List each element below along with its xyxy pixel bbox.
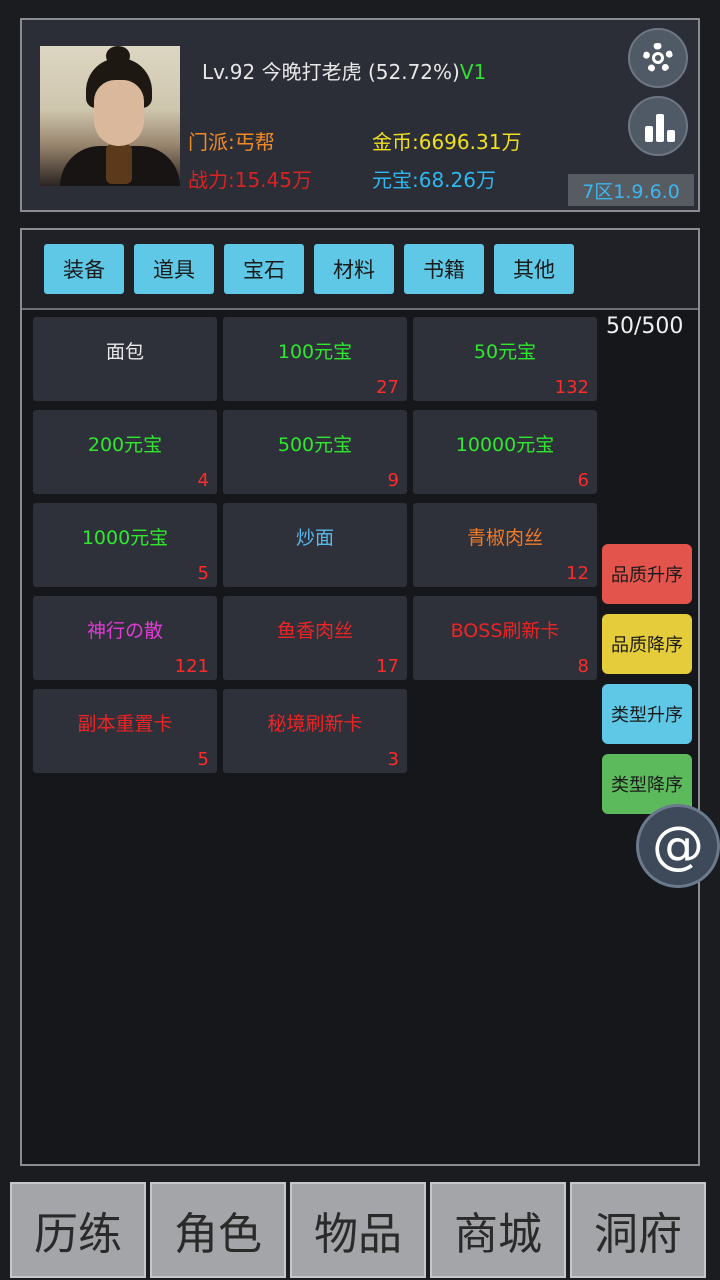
inventory-panel: 装备 道具 宝石 材料 书籍 其他 50/500 面包 100元宝 27 50元宝 13… bbox=[20, 228, 700, 1166]
player-vip: V1 bbox=[459, 60, 487, 84]
nav-character[interactable]: 角色 bbox=[150, 1182, 286, 1278]
item-count: 17 bbox=[376, 656, 399, 677]
tab-books[interactable]: 书籍 bbox=[404, 244, 484, 294]
item-slot[interactable]: 青椒肉丝 12 bbox=[413, 503, 597, 587]
item-name: 100元宝 bbox=[277, 341, 353, 363]
item-count: 27 bbox=[376, 377, 399, 398]
at-mention-button[interactable]: @ bbox=[636, 804, 720, 888]
item-count: 3 bbox=[387, 749, 399, 770]
bottom-nav: 历练 角色 物品 商城 洞府 bbox=[8, 1182, 712, 1278]
item-slot[interactable]: 鱼香肉丝 17 bbox=[223, 596, 407, 680]
avatar-face bbox=[94, 80, 144, 146]
nav-training[interactable]: 历练 bbox=[10, 1182, 146, 1278]
tab-other[interactable]: 其他 bbox=[494, 244, 574, 294]
item-slot[interactable]: 副本重置卡 5 bbox=[33, 689, 217, 773]
item-name: 炒面 bbox=[295, 527, 334, 549]
item-count: 5 bbox=[197, 563, 209, 584]
item-count: 12 bbox=[566, 563, 589, 584]
item-slot[interactable]: 1000元宝 5 bbox=[33, 503, 217, 587]
item-count: 6 bbox=[577, 470, 589, 491]
item-name: 副本重置卡 bbox=[77, 713, 173, 735]
item-slot[interactable]: 神行の散 121 bbox=[33, 596, 217, 680]
nav-cave[interactable]: 洞府 bbox=[570, 1182, 706, 1278]
item-slot[interactable]: 秘境刷新卡 3 bbox=[223, 689, 407, 773]
player-info-panel: Lv.92 今晚打老虎 (52.72%)V1 门派:丐帮 战力:15.45万 金… bbox=[20, 18, 700, 212]
item-name: 青椒肉丝 bbox=[466, 527, 543, 549]
item-slot[interactable]: 50元宝 132 bbox=[413, 317, 597, 401]
item-name: 10000元宝 bbox=[455, 434, 555, 456]
item-name: BOSS刷新卡 bbox=[450, 620, 560, 642]
avatar-collar bbox=[106, 144, 132, 184]
item-count: 121 bbox=[174, 656, 209, 677]
inventory-capacity: 50/500 bbox=[606, 314, 684, 339]
gear-icon bbox=[643, 43, 673, 73]
sort-quality-desc-button[interactable]: 品质降序 bbox=[602, 614, 692, 674]
player-name: 今晚打老虎 bbox=[261, 60, 362, 84]
item-name: 50元宝 bbox=[473, 341, 537, 363]
sort-quality-asc-button[interactable]: 品质升序 bbox=[602, 544, 692, 604]
item-name: 500元宝 bbox=[277, 434, 353, 456]
nav-items[interactable]: 物品 bbox=[290, 1182, 426, 1278]
item-slot[interactable]: 炒面 bbox=[223, 503, 407, 587]
item-count: 9 bbox=[387, 470, 399, 491]
tab-equipment[interactable]: 装备 bbox=[44, 244, 124, 294]
player-level: Lv.92 bbox=[202, 60, 256, 84]
bar-chart-icon bbox=[645, 112, 675, 142]
item-slot[interactable]: 10000元宝 6 bbox=[413, 410, 597, 494]
avatar-hair-bun bbox=[106, 46, 130, 66]
item-name: 1000元宝 bbox=[81, 527, 169, 549]
item-slot[interactable]: 面包 bbox=[33, 317, 217, 401]
tab-materials[interactable]: 材料 bbox=[314, 244, 394, 294]
item-slot[interactable]: 500元宝 9 bbox=[223, 410, 407, 494]
item-slot[interactable]: BOSS刷新卡 8 bbox=[413, 596, 597, 680]
item-count: 5 bbox=[197, 749, 209, 770]
item-slot[interactable]: 200元宝 4 bbox=[33, 410, 217, 494]
player-exp-percent: (52.72%) bbox=[367, 60, 460, 84]
item-name: 鱼香肉丝 bbox=[276, 620, 353, 642]
item-count: 132 bbox=[554, 377, 589, 398]
player-sect: 门派:丐帮 bbox=[188, 130, 275, 154]
player-power: 战力:15.45万 bbox=[188, 168, 312, 192]
item-name: 面包 bbox=[105, 341, 144, 363]
item-count: 4 bbox=[197, 470, 209, 491]
settings-button[interactable] bbox=[628, 28, 688, 88]
nav-shop[interactable]: 商城 bbox=[430, 1182, 566, 1278]
item-count: 8 bbox=[577, 656, 589, 677]
player-avatar[interactable] bbox=[40, 46, 180, 186]
player-gold: 金币:6696.31万 bbox=[372, 130, 522, 154]
item-name: 神行の散 bbox=[86, 620, 163, 642]
player-ingot: 元宝:68.26万 bbox=[372, 168, 496, 192]
player-name-line: Lv.92 今晚打老虎 (52.72%)V1 bbox=[202, 56, 486, 85]
tab-gems[interactable]: 宝石 bbox=[224, 244, 304, 294]
item-slot[interactable]: 100元宝 27 bbox=[223, 317, 407, 401]
category-tabs: 装备 道具 宝石 材料 书籍 其他 bbox=[22, 230, 698, 310]
server-version-badge: 7区1.9.6.0 bbox=[568, 174, 694, 206]
item-name: 秘境刷新卡 bbox=[267, 713, 363, 735]
sort-type-asc-button[interactable]: 类型升序 bbox=[602, 684, 692, 744]
ranking-button[interactable] bbox=[628, 96, 688, 156]
tab-props[interactable]: 道具 bbox=[134, 244, 214, 294]
item-name: 200元宝 bbox=[87, 434, 163, 456]
